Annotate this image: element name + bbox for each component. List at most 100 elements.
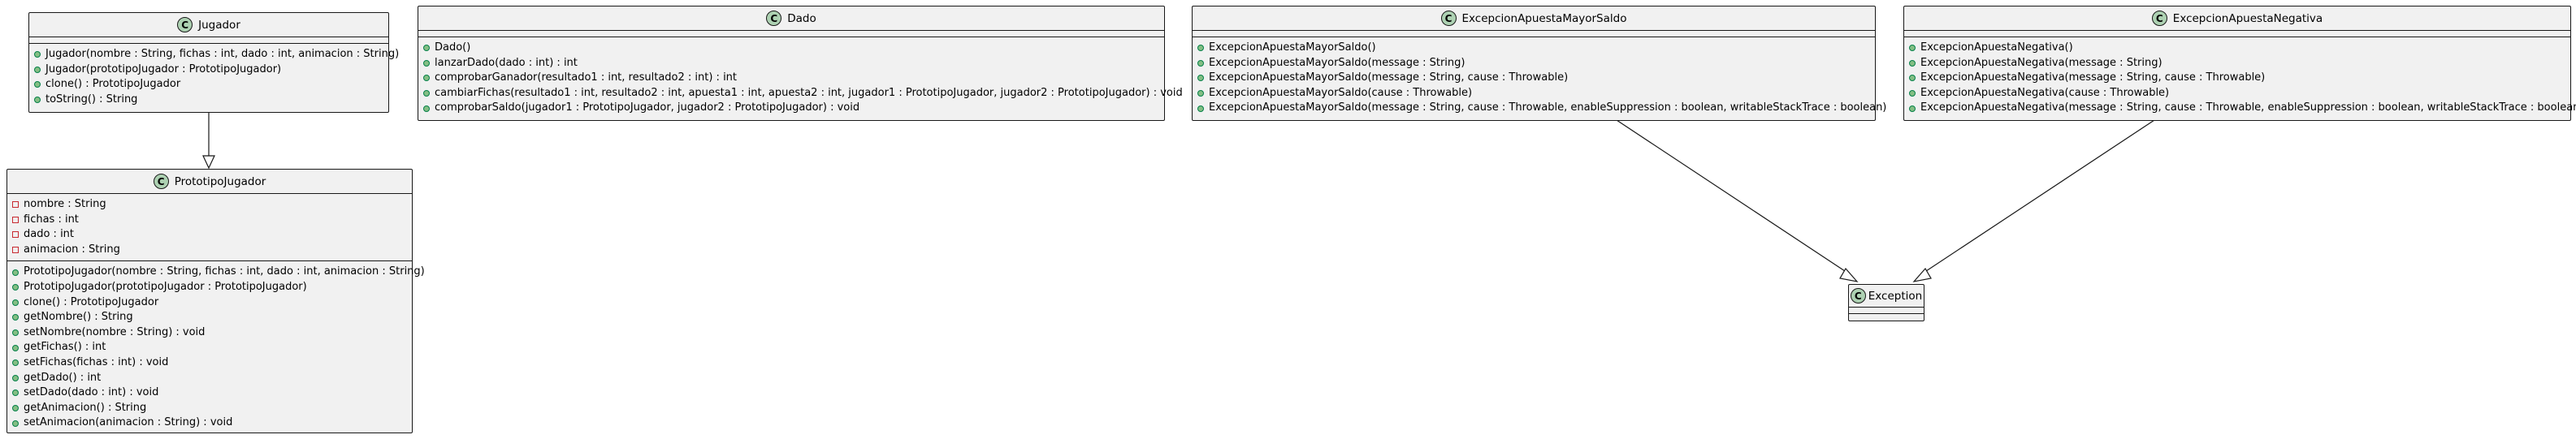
generalization-arrowhead	[1912, 267, 1932, 282]
method-signature: ExcepcionApuestaNegativa(cause : Throwab…	[1920, 86, 2170, 99]
method-signature: ExcepcionApuestaMayorSaldo()	[1209, 41, 1376, 54]
method-row: ExcepcionApuestaMayorSaldo(cause : Throw…	[1197, 86, 1870, 101]
class-name: Jugador	[198, 18, 240, 32]
public-visibility-icon	[12, 420, 19, 427]
method-signature: toString() : String	[45, 93, 138, 105]
class-name: ExcepcionApuestaNegativa	[2172, 11, 2323, 25]
public-visibility-icon	[423, 59, 430, 67]
method-signature: PrototipoJugador(nombre : String, fichas…	[24, 265, 425, 278]
private-visibility-icon	[12, 201, 19, 209]
public-visibility-icon	[12, 269, 19, 276]
method-row: setAnimacion(animacion : String) : void	[12, 415, 407, 431]
class-stereotype-icon: C	[1850, 288, 1866, 303]
generalization-arrowhead	[1839, 267, 1859, 282]
public-visibility-icon	[12, 284, 19, 291]
method-signature: ExcepcionApuestaMayorSaldo(message : Str…	[1209, 101, 1887, 114]
method-row: getNombre() : String	[12, 310, 407, 325]
method-row: Jugador(nombre : String, fichas : int, d…	[34, 47, 399, 62]
class-stereotype-icon: C	[2151, 11, 2167, 26]
class-header: C Dado	[418, 6, 1164, 31]
edge-jugador-to-prototipojugador	[202, 112, 215, 170]
method-signature: lanzarDado(dado : int) : int	[435, 56, 578, 69]
method-signature: ExcepcionApuestaNegativa(message : Strin…	[1920, 101, 2576, 114]
method-row: ExcepcionApuestaNegativa()	[1909, 41, 2565, 56]
private-visibility-icon	[12, 247, 19, 254]
class-header: C Jugador	[29, 13, 388, 37]
fields-section: nombre : String fichas : int dado : int …	[7, 194, 412, 262]
public-visibility-icon	[34, 51, 41, 58]
field-row: nombre : String	[12, 197, 407, 213]
public-visibility-icon	[34, 81, 41, 88]
method-row: setDado(dado : int) : void	[12, 385, 407, 401]
method-row: ExcepcionApuestaNegativa(message : Strin…	[1909, 56, 2565, 71]
field-signature: fichas : int	[24, 213, 79, 226]
method-row: clone() : PrototipoJugador	[12, 295, 407, 311]
public-visibility-icon	[1197, 59, 1204, 67]
public-visibility-icon	[34, 66, 41, 73]
method-signature: getNombre() : String	[24, 311, 133, 324]
method-row: clone() : PrototipoJugador	[34, 77, 383, 93]
method-row: ExcepcionApuestaMayorSaldo()	[1197, 41, 1870, 56]
methods-section: Dado() lanzarDado(dado : int) : int comp…	[418, 37, 1183, 119]
class-stereotype-icon: C	[177, 17, 193, 32]
method-signature: getDado() : int	[24, 371, 102, 384]
class-header: C ExcepcionApuestaNegativa	[1904, 6, 2570, 31]
method-signature: ExcepcionApuestaMayorSaldo(message : Str…	[1209, 56, 1466, 69]
private-visibility-icon	[12, 216, 19, 223]
method-row: ExcepcionApuestaNegativa(message : Strin…	[1909, 71, 2565, 86]
method-signature: comprobarGanador(resultado1 : int, resul…	[435, 71, 738, 84]
class-name: Exception	[1868, 289, 1923, 303]
method-row: PrototipoJugador(nombre : String, fichas…	[12, 265, 425, 280]
public-visibility-icon	[12, 329, 19, 337]
method-row: ExcepcionApuestaNegativa(cause : Throwab…	[1909, 86, 2565, 101]
field-row: dado : int	[12, 227, 407, 243]
class-exception[interactable]: C Exception	[1848, 284, 1924, 321]
class-stereotype-icon: C	[153, 174, 169, 189]
class-name: PrototipoJugador	[174, 174, 266, 188]
method-signature: comprobarSaldo(jugador1 : PrototipoJugad…	[435, 101, 860, 114]
public-visibility-icon	[1909, 45, 1916, 52]
class-excepcionapuestamayorsaldo[interactable]: C ExcepcionApuestaMayorSaldo ExcepcionAp…	[1192, 6, 1886, 121]
method-signature: ExcepcionApuestaMayorSaldo(cause : Throw…	[1209, 86, 1473, 99]
public-visibility-icon	[12, 405, 19, 412]
field-row: animacion : String	[12, 243, 407, 258]
class-header: C ExcepcionApuestaMayorSaldo	[1193, 6, 1875, 31]
fields-section	[418, 31, 1164, 37]
methods-section: ExcepcionApuestaMayorSaldo() ExcepcionAp…	[1193, 37, 1886, 119]
method-row: setFichas(fichas : int) : void	[12, 355, 407, 371]
class-stereotype-icon: C	[766, 11, 782, 26]
method-row: ExcepcionApuestaMayorSaldo(message : Str…	[1197, 101, 1886, 116]
method-row: getAnimacion() : String	[12, 401, 407, 416]
methods-section: ExcepcionApuestaNegativa() ExcepcionApue…	[1904, 37, 2576, 119]
method-signature: setAnimacion(animacion : String) : void	[24, 416, 233, 429]
method-row: Dado()	[423, 41, 1159, 56]
public-visibility-icon	[12, 359, 19, 367]
class-excepcionapuestanegativa[interactable]: C ExcepcionApuestaNegativa ExcepcionApue…	[1903, 6, 2576, 121]
public-visibility-icon	[12, 344, 19, 351]
method-signature: setDado(dado : int) : void	[24, 386, 159, 399]
method-signature: getFichas() : int	[24, 341, 106, 354]
public-visibility-icon	[12, 314, 19, 321]
method-row: comprobarGanador(resultado1 : int, resul…	[423, 71, 1159, 86]
methods-section: PrototipoJugador(nombre : String, fichas…	[7, 261, 425, 434]
method-signature: setNombre(nombre : String) : void	[24, 325, 206, 338]
method-signature: cambiarFichas(resultado1 : int, resultad…	[435, 86, 1183, 99]
method-signature: getAnimacion() : String	[24, 401, 147, 414]
class-prototipojugador[interactable]: C PrototipoJugador nombre : String ficha…	[6, 169, 425, 434]
field-signature: nombre : String	[24, 198, 106, 210]
method-signature: Jugador(nombre : String, fichas : int, d…	[45, 48, 400, 60]
method-signature: setFichas(fichas : int) : void	[24, 355, 169, 368]
method-signature: ExcepcionApuestaNegativa(message : Strin…	[1920, 71, 2266, 84]
class-dado[interactable]: C Dado Dado() lanzarDado(dado : int) : i…	[418, 6, 1183, 121]
public-visibility-icon	[12, 374, 19, 381]
methods-section: Jugador(nombre : String, fichas : int, d…	[29, 44, 399, 110]
public-visibility-icon	[423, 75, 430, 82]
public-visibility-icon	[1909, 59, 1916, 67]
method-signature: Jugador(prototipoJugador : PrototipoJuga…	[45, 62, 282, 75]
method-signature: ExcepcionApuestaNegativa()	[1920, 41, 2073, 54]
fields-section	[1849, 308, 1924, 314]
methods-section	[1849, 314, 1924, 321]
method-signature: clone() : PrototipoJugador	[45, 78, 181, 91]
class-jugador[interactable]: C Jugador Jugador(nombre : String, ficha…	[28, 12, 399, 113]
public-visibility-icon	[34, 97, 41, 104]
